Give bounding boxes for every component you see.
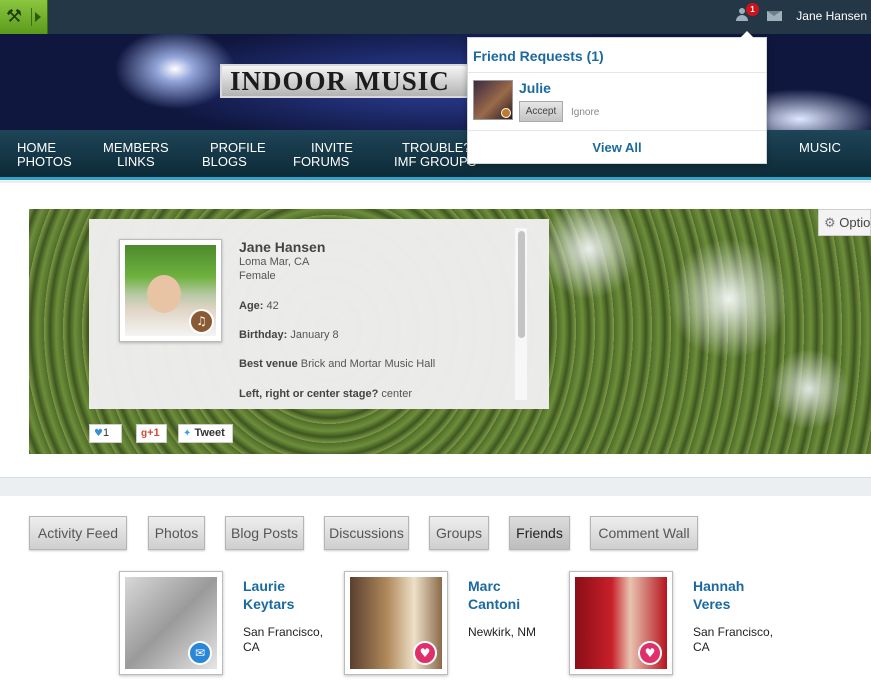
profile-field-best-venue: Best venue Brick and Mortar Music Hall (239, 358, 435, 370)
friend-last-name[interactable]: Veres (693, 595, 744, 613)
like-heart-icon: ♥ (94, 428, 103, 439)
request-name-link[interactable]: Julie (519, 80, 551, 96)
heart-icon: ♥ (413, 641, 437, 665)
twitter-bird-icon: ✦ (183, 428, 192, 439)
mail-icon[interactable] (767, 11, 782, 21)
guitar-icon: ♫ (189, 309, 214, 334)
profile-field-stage: Left, right or center stage? center (239, 388, 412, 400)
profile-field-age: Age: 42 (239, 300, 279, 312)
tools-icon: ⚒ (6, 6, 23, 27)
friend-location: Newkirk, NM (468, 625, 536, 640)
tweet-label: Tweet (194, 427, 225, 439)
field-value: Brick and Mortar Music Hall (300, 358, 436, 370)
nav-link-members[interactable]: MEMBERS (103, 141, 169, 155)
friend-location: San Francisco, CA (243, 625, 323, 655)
options-label: Options (839, 215, 871, 230)
gear-icon: ⚙ (824, 216, 836, 231)
nav-link-photos[interactable]: PHOTOS (17, 155, 72, 169)
nav-link-links[interactable]: LINKS (103, 155, 169, 169)
tab-activity-feed[interactable]: Activity Feed (29, 516, 127, 550)
friend-state: CA (693, 640, 710, 654)
nav-link-music[interactable]: MUSIC (799, 141, 841, 155)
field-label: Age: (239, 300, 264, 312)
friend-first-name[interactable]: Marc (468, 577, 520, 595)
field-label: Birthday: (239, 329, 288, 341)
nav-link-invite[interactable]: INVITE (293, 141, 353, 155)
options-button[interactable]: ⚙ Options (818, 209, 871, 236)
request-avatar[interactable] (473, 80, 513, 120)
tab-photos[interactable]: Photos (148, 516, 205, 550)
friend-requests-dropdown: Friend Requests (1) Julie Accept Ignore … (467, 31, 767, 164)
tab-groups[interactable]: Groups (429, 516, 489, 550)
like-count: 1 (102, 427, 110, 439)
friend-city: Newkirk, NM (468, 625, 536, 639)
nav-item-profile-blogs[interactable]: PROFILE BLOGS (202, 141, 266, 169)
tab-comment-wall[interactable]: Comment Wall (590, 516, 698, 550)
friend-name-link[interactable]: Marc Cantoni (468, 577, 520, 613)
expand-arrow-icon[interactable] (31, 8, 45, 26)
nav-link-home[interactable]: HOME (17, 141, 72, 155)
profile-gender: Female (239, 270, 276, 282)
accept-button[interactable]: Accept (519, 101, 563, 122)
friend-name-link[interactable]: Hannah Veres (693, 577, 744, 613)
nav-item-trouble-groups[interactable]: TROUBLE? IMF GROUPS (394, 141, 476, 169)
friend-last-name[interactable]: Keytars (243, 595, 294, 613)
gplus-label: +1 (147, 427, 160, 439)
friend-state: CA (243, 640, 260, 654)
field-value: 42 (266, 300, 279, 312)
friend-requests-title: Friend Requests (1) (473, 48, 604, 64)
tab-friends[interactable]: Friends (509, 516, 570, 550)
site-logo[interactable]: INDOOR MUSIC (220, 64, 470, 98)
friend-first-name[interactable]: Hannah (693, 577, 744, 595)
field-value: January 8 (290, 329, 339, 341)
profile-location: Loma Mar, CA (239, 256, 310, 268)
friend-city: San Francisco, (693, 625, 774, 639)
profile-field-birthday: Birthday: January 8 (239, 329, 339, 341)
profile-scrollbar-thumb[interactable] (518, 231, 525, 338)
google-plus-button[interactable]: g+1 (136, 424, 167, 443)
friend-name-link[interactable]: Laurie Keytars (243, 577, 294, 613)
megaphone-icon: ✉ (188, 641, 212, 665)
field-label: Best venue (239, 358, 298, 370)
friend-last-name[interactable]: Cantoni (468, 595, 520, 613)
nav-link-trouble[interactable]: TROUBLE? (394, 141, 476, 155)
friend-first-name[interactable]: Laurie (243, 577, 294, 595)
notification-count-badge: 1 (746, 3, 759, 16)
divider (468, 72, 766, 73)
tab-discussions[interactable]: Discussions (324, 516, 409, 550)
guitar-mini-icon (501, 108, 511, 118)
like-button[interactable]: ♥1 (89, 424, 122, 443)
nav-link-forums[interactable]: FORUMS (293, 155, 353, 169)
field-value: center (381, 388, 412, 400)
nav-item-members-links[interactable]: MEMBERS LINKS (103, 141, 169, 169)
nav-link-profile[interactable]: PROFILE (202, 141, 266, 155)
divider (468, 130, 766, 131)
ignore-link[interactable]: Ignore (571, 107, 599, 118)
nav-link-imf-groups[interactable]: IMF GROUPS (394, 155, 476, 169)
nav-item-home-photos[interactable]: HOME PHOTOS (17, 141, 72, 169)
user-name-link[interactable]: Jane Hansen (796, 9, 867, 23)
field-label: Left, right or center stage? (239, 388, 379, 400)
friend-city: San Francisco, (243, 625, 324, 639)
nav-item-invite-forums[interactable]: INVITE FORUMS (293, 141, 353, 169)
nav-link-blogs[interactable]: BLOGS (202, 155, 266, 169)
top-bar: ⚒ 1 Jane Hansen (0, 0, 871, 34)
profile-name: Jane Hansen (239, 239, 326, 255)
heart-icon: ♥ (638, 641, 662, 665)
nav-item-music[interactable]: MUSIC (799, 141, 841, 155)
tab-blog-posts[interactable]: Blog Posts (225, 516, 304, 550)
app-menu-button[interactable]: ⚒ (0, 0, 48, 34)
view-all-link[interactable]: View All (468, 140, 766, 155)
tweet-button[interactable]: ✦ Tweet (178, 424, 233, 443)
friend-location: San Francisco, CA (693, 625, 773, 655)
